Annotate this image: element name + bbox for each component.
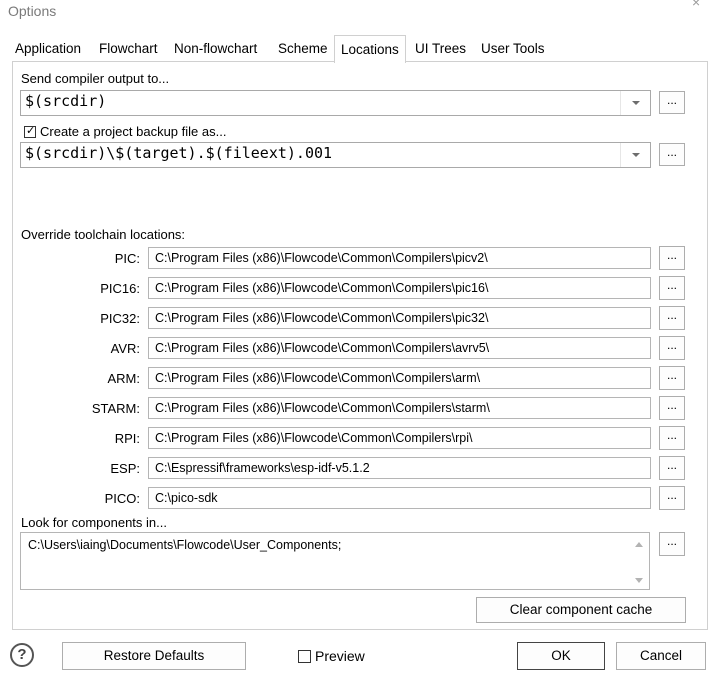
toolchain-label-pic16: PIC16: — [100, 281, 140, 296]
toolchain-label-rpi: RPI: — [114, 431, 140, 446]
cancel-button[interactable]: Cancel — [616, 642, 706, 670]
tab-flowchart[interactable]: Flowchart — [99, 36, 158, 61]
scroll-down-icon[interactable] — [635, 578, 643, 583]
window-title: Options — [8, 3, 57, 19]
components-textarea[interactable]: C:\Users\iaing\Documents\Flowcode\User_C… — [20, 532, 650, 590]
toolchain-path-avr[interactable]: C:\Program Files (x86)\Flowcode\Common\C… — [155, 341, 489, 355]
toolchain-browse-pic16[interactable]: ... — [659, 276, 685, 300]
toolchain-field-arm[interactable]: C:\Program Files (x86)\Flowcode\Common\C… — [148, 367, 651, 389]
toolchain-label: Override toolchain locations: — [21, 227, 186, 242]
compiler-output-value[interactable]: $(srcdir) — [25, 92, 106, 110]
toolchain-label-arm: ARM: — [107, 371, 141, 386]
toolchain-browse-arm[interactable]: ... — [659, 366, 685, 390]
components-value[interactable]: C:\Users\iaing\Documents\Flowcode\User_C… — [28, 538, 341, 552]
preview-label[interactable]: Preview — [315, 648, 365, 664]
backup-checkbox-label[interactable]: Create a project backup file as... — [40, 124, 226, 139]
toolchain-label-pico: PICO: — [104, 491, 140, 506]
toolchain-field-pico[interactable]: C:\pico-sdk — [148, 487, 651, 509]
help-icon[interactable]: ? — [10, 643, 34, 667]
toolchain-path-pico[interactable]: C:\pico-sdk — [155, 491, 218, 505]
toolchain-field-avr[interactable]: C:\Program Files (x86)\Flowcode\Common\C… — [148, 337, 651, 359]
backup-browse-button[interactable]: ... — [659, 143, 685, 166]
compiler-output-combo[interactable]: $(srcdir) — [20, 90, 651, 116]
toolchain-field-starm[interactable]: C:\Program Files (x86)\Flowcode\Common\C… — [148, 397, 651, 419]
preview-checkbox[interactable] — [298, 650, 311, 663]
tab-user-tools[interactable]: User Tools — [481, 36, 545, 61]
toolchain-field-pic[interactable]: C:\Program Files (x86)\Flowcode\Common\C… — [148, 247, 651, 269]
toolchain-browse-avr[interactable]: ... — [659, 336, 685, 360]
tab-ui-trees[interactable]: UI Trees — [415, 36, 466, 61]
toolchain-label-esp: ESP: — [110, 461, 140, 476]
toolchain-path-esp[interactable]: C:\Espressif\frameworks\esp-idf-v5.1.2 — [155, 461, 370, 475]
toolchain-label-pic32: PIC32: — [100, 311, 140, 326]
toolchain-path-pic[interactable]: C:\Program Files (x86)\Flowcode\Common\C… — [155, 251, 488, 265]
toolchain-field-pic32[interactable]: C:\Program Files (x86)\Flowcode\Common\C… — [148, 307, 651, 329]
toolchain-field-rpi[interactable]: C:\Program Files (x86)\Flowcode\Common\C… — [148, 427, 651, 449]
toolchain-path-starm[interactable]: C:\Program Files (x86)\Flowcode\Common\C… — [155, 401, 490, 415]
close-icon[interactable]: × — [692, 0, 700, 10]
tab-non-flowchart[interactable]: Non-flowchart — [174, 36, 257, 61]
toolchain-label-starm: STARM: — [91, 401, 140, 416]
toolchain-browse-starm[interactable]: ... — [659, 396, 685, 420]
backup-combo[interactable]: $(srcdir)\$(target).$(fileext).001 — [20, 142, 651, 168]
toolchain-path-arm[interactable]: C:\Program Files (x86)\Flowcode\Common\C… — [155, 371, 480, 385]
chevron-down-icon — [632, 101, 640, 105]
backup-value[interactable]: $(srcdir)\$(target).$(fileext).001 — [25, 144, 332, 162]
toolchain-browse-pic32[interactable]: ... — [659, 306, 685, 330]
toolchain-browse-pico[interactable]: ... — [659, 486, 685, 510]
toolchain-browse-pic[interactable]: ... — [659, 246, 685, 270]
toolchain-path-rpi[interactable]: C:\Program Files (x86)\Flowcode\Common\C… — [155, 431, 472, 445]
components-browse-button[interactable]: ... — [659, 532, 685, 556]
toolchain-path-pic16[interactable]: C:\Program Files (x86)\Flowcode\Common\C… — [155, 281, 488, 295]
tab-scheme[interactable]: Scheme — [278, 36, 328, 61]
compiler-output-dropdown[interactable] — [620, 91, 650, 115]
backup-dropdown[interactable] — [620, 143, 650, 167]
toolchain-browse-esp[interactable]: ... — [659, 456, 685, 480]
checkmark-icon: ✓ — [26, 125, 36, 137]
toolchain-browse-rpi[interactable]: ... — [659, 426, 685, 450]
scroll-up-icon[interactable] — [635, 542, 643, 547]
compiler-output-label: Send compiler output to... — [21, 71, 170, 86]
restore-defaults-button[interactable]: Restore Defaults — [62, 642, 246, 670]
compiler-output-browse-button[interactable]: ... — [659, 91, 685, 114]
toolchain-field-pic16[interactable]: C:\Program Files (x86)\Flowcode\Common\C… — [148, 277, 651, 299]
ok-button[interactable]: OK — [517, 642, 605, 670]
clear-component-cache-button[interactable]: Clear component cache — [476, 597, 686, 623]
chevron-down-icon — [632, 153, 640, 157]
components-label: Look for components in... — [21, 515, 167, 530]
toolchain-label-avr: AVR: — [110, 341, 140, 356]
toolchain-path-pic32[interactable]: C:\Program Files (x86)\Flowcode\Common\C… — [155, 311, 488, 325]
toolchain-field-esp[interactable]: C:\Espressif\frameworks\esp-idf-v5.1.2 — [148, 457, 651, 479]
tab-locations[interactable]: Locations — [334, 35, 406, 63]
backup-checkbox[interactable]: ✓ — [24, 125, 36, 138]
tab-application[interactable]: Application — [15, 36, 81, 61]
toolchain-label-pic: PIC: — [114, 251, 140, 266]
